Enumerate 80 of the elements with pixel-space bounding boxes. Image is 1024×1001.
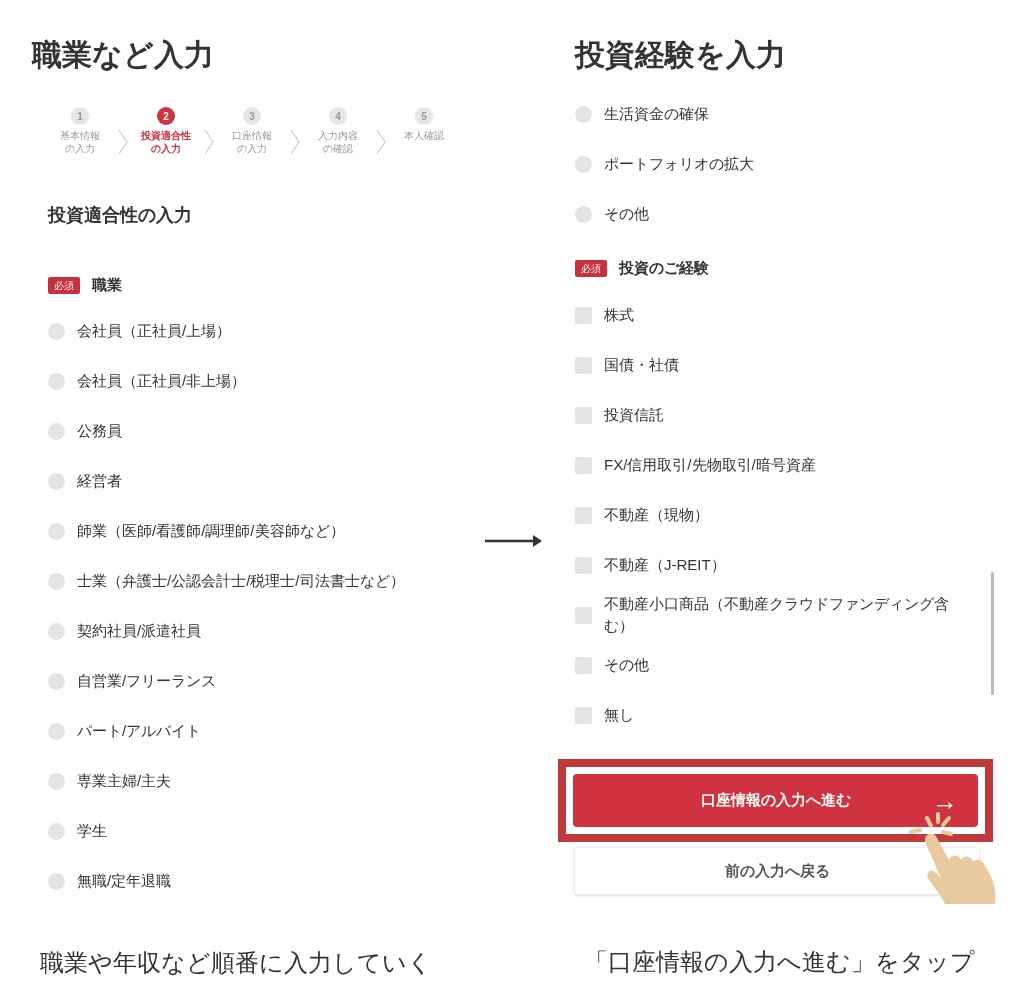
option-label: 会社員（正社員/非上場） — [77, 370, 247, 391]
option-label: 学生 — [77, 820, 107, 841]
radio-button[interactable] — [48, 522, 65, 540]
step-number: 2 — [157, 107, 175, 125]
option-label: パート/アルバイト — [77, 720, 202, 741]
option-label: その他 — [604, 655, 650, 675]
question-label: 投資のご経験 — [619, 257, 709, 278]
option-label: 契約社員/派遣社員 — [77, 620, 202, 641]
option-label: 士業（弁護士/公認会計士/税理士/司法書士など） — [77, 570, 405, 591]
option-label: 自営業/フリーランス — [77, 670, 217, 691]
chevron-icon — [117, 129, 129, 155]
radio-button[interactable] — [575, 205, 592, 223]
section-title: 投資適合性の入力 — [48, 204, 193, 226]
option-label: 経営者 — [77, 470, 122, 491]
step-number: 4 — [329, 107, 347, 125]
radio-button[interactable] — [48, 572, 65, 590]
option-label: その他 — [604, 203, 649, 224]
radio-button[interactable] — [48, 622, 65, 640]
option-label: ポートフォリオの拡大 — [604, 153, 754, 174]
step-number: 1 — [71, 107, 89, 125]
caption: 「口座情報の入力へ進む」をタップ — [583, 947, 976, 977]
arrow-icon — [485, 533, 543, 549]
checkbox[interactable] — [575, 356, 592, 374]
step-label: 本人確認 — [404, 129, 444, 142]
step-label: の入力 — [151, 142, 181, 155]
chevron-icon — [203, 129, 215, 155]
radio-button[interactable] — [48, 822, 65, 840]
caption: 職業や年収など順番に入力していく — [39, 948, 433, 978]
step-label: の入力 — [237, 142, 267, 155]
checkbox[interactable] — [575, 706, 592, 724]
back-button[interactable]: 前の入力へ戻る — [574, 847, 980, 895]
required-badge: 必須 — [48, 276, 80, 294]
option-label: 師業（医師/看護師/調理師/美容師など） — [77, 520, 345, 541]
option-label: 不動産（J-REIT） — [604, 555, 727, 575]
radio-button[interactable] — [48, 422, 65, 440]
page-title: 職業など入力 — [32, 37, 215, 73]
option-label: 不動産（現物） — [604, 505, 710, 525]
option-label: 投資信託 — [604, 405, 665, 425]
checkbox[interactable] — [575, 506, 592, 524]
scrollbar[interactable] — [991, 572, 994, 695]
radio-button[interactable] — [48, 772, 65, 790]
next-button[interactable]: 口座情報の入力へ進む → — [573, 774, 978, 827]
arrow-icon: → — [932, 787, 958, 814]
step-label: の確認 — [323, 142, 353, 155]
checkbox[interactable] — [575, 656, 592, 674]
radio-button[interactable] — [48, 322, 65, 340]
chevron-icon — [375, 129, 387, 155]
step-number: 3 — [243, 107, 261, 125]
step-label: 口座情報 — [232, 129, 272, 142]
step-label: の入力 — [65, 142, 95, 155]
option-label: 株式 — [604, 305, 635, 325]
radio-button[interactable] — [48, 672, 65, 690]
option-label: 公務員 — [77, 420, 122, 441]
option-label: 専業主婦/主夫 — [77, 770, 172, 791]
radio-button[interactable] — [48, 872, 65, 890]
radio-button[interactable] — [48, 722, 65, 740]
chevron-icon — [289, 129, 301, 155]
question-label: 職業 — [92, 274, 122, 295]
checkbox[interactable] — [575, 406, 592, 424]
checkbox[interactable] — [575, 606, 592, 624]
radio-button[interactable] — [575, 155, 592, 173]
option-label: 不動産小口商品（不動産クラウドファンディング含む） — [604, 594, 950, 636]
option-label: FX/信用取引/先物取引/暗号資産 — [604, 455, 817, 475]
radio-button[interactable] — [48, 372, 65, 390]
radio-button[interactable] — [575, 105, 592, 123]
option-label: 国債・社債 — [604, 355, 680, 375]
option-label: 生活資金の確保 — [604, 103, 709, 124]
radio-button[interactable] — [48, 472, 65, 490]
option-label: 会社員（正社員/上場） — [77, 320, 232, 341]
required-badge: 必須 — [575, 259, 607, 277]
step-number: 5 — [415, 107, 433, 125]
page-title: 投資経験を入力 — [573, 37, 787, 73]
step-label: 基本情報 — [60, 129, 100, 142]
checkbox[interactable] — [575, 556, 592, 574]
checkbox[interactable] — [575, 306, 592, 324]
option-label: 無職/定年退職 — [77, 870, 172, 891]
option-label: 無し — [604, 705, 635, 725]
checkbox[interactable] — [575, 456, 592, 474]
step-label: 投資適合性 — [141, 129, 191, 142]
step-label: 入力内容 — [318, 129, 358, 142]
